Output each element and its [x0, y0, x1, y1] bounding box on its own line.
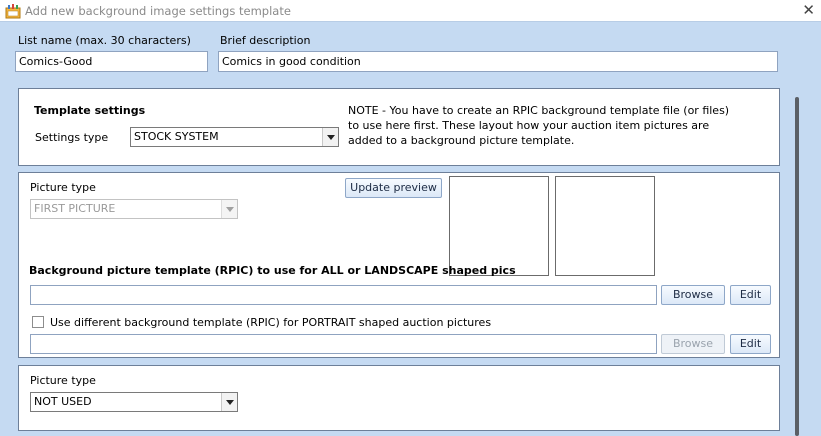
chevron-down-icon[interactable] — [221, 393, 237, 411]
portrait-checkbox[interactable] — [32, 316, 44, 328]
brief-description-input[interactable]: Comics in good condition — [218, 51, 778, 72]
window-title: Add new background image settings templa… — [25, 4, 291, 18]
landscape-preview — [449, 176, 549, 276]
portrait-checkbox-label: Use different background template (RPIC)… — [50, 316, 492, 329]
portrait-template-input[interactable] — [30, 334, 657, 354]
list-name-label: List name (max. 30 characters) — [18, 34, 191, 47]
browse-button[interactable]: Browse — [661, 285, 725, 305]
settings-type-label: Settings type — [35, 131, 109, 144]
title-bar: Add new background image settings templa… — [0, 0, 821, 22]
update-preview-button[interactable]: Update preview — [345, 178, 442, 198]
app-icon — [5, 3, 21, 19]
settings-type-value: STOCK SYSTEM — [134, 130, 219, 143]
brief-description-label: Brief description — [220, 34, 311, 47]
settings-type-select[interactable]: STOCK SYSTEM — [130, 127, 339, 147]
picture-type-select-2[interactable]: NOT USED — [30, 392, 238, 412]
edit-portrait-button[interactable]: Edit — [730, 334, 771, 354]
scrollbar-thumb[interactable] — [795, 97, 799, 436]
browse-portrait-button: Browse — [661, 334, 725, 354]
picture-settings-panel-2: Picture type NOT USED — [18, 365, 780, 431]
picture-type-label: Picture type — [30, 181, 96, 194]
bg-template-input[interactable] — [30, 285, 657, 305]
edit-button[interactable]: Edit — [730, 285, 771, 305]
picture-type-value: FIRST PICTURE — [34, 202, 116, 215]
chevron-down-icon[interactable] — [322, 128, 338, 146]
picture-settings-panel-1: Picture type FIRST PICTURE Update previe… — [18, 172, 780, 358]
rpic-note: NOTE - You have to create an RPIC backgr… — [348, 104, 730, 147]
template-settings-panel: Template settings Settings type STOCK SY… — [18, 88, 780, 166]
picture-type-select: FIRST PICTURE — [30, 199, 238, 219]
picture-type-value-2: NOT USED — [34, 395, 92, 408]
bg-template-label: Background picture template (RPIC) to us… — [29, 264, 516, 277]
portrait-preview — [555, 176, 655, 276]
close-icon[interactable]: ✕ — [802, 2, 815, 18]
list-name-input[interactable]: Comics-Good — [15, 51, 208, 72]
picture-type-label-2: Picture type — [30, 374, 96, 387]
vertical-scrollbar[interactable] — [789, 83, 805, 436]
template-settings-heading: Template settings — [34, 104, 146, 117]
chevron-down-icon — [221, 200, 237, 218]
